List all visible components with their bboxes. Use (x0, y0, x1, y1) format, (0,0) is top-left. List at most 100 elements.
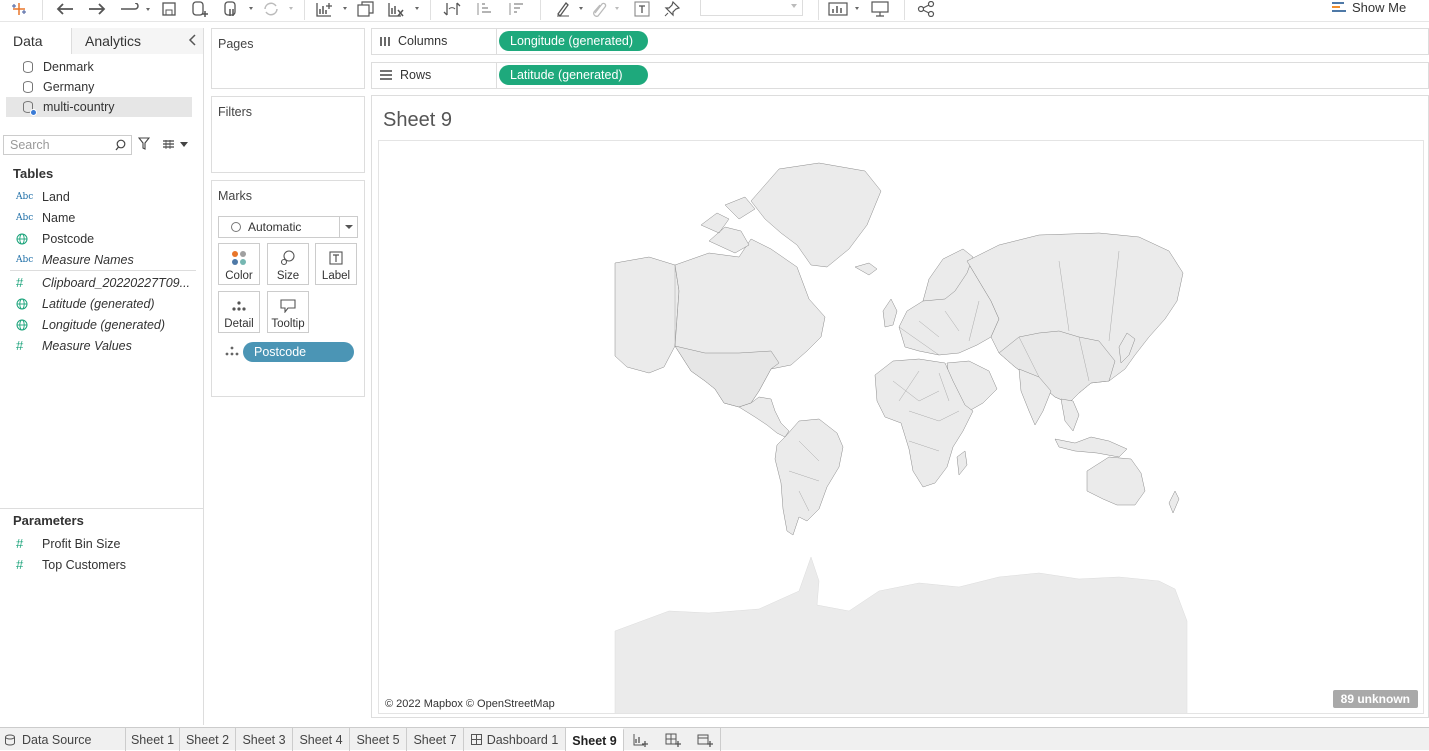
mark-type-label: Automatic (248, 220, 302, 234)
pause-updates-icon[interactable] (222, 0, 256, 18)
field-latitude-generated[interactable]: Latitude (generated) (0, 293, 204, 314)
rows-shelf-label: Rows (380, 68, 431, 82)
new-story-tab-icon[interactable] (694, 731, 716, 749)
highlight-icon[interactable] (554, 0, 586, 18)
tab-sheet-5[interactable]: Sheet 5 (350, 728, 407, 751)
pin-icon[interactable] (662, 0, 682, 18)
tab-sheet-4[interactable]: Sheet 4 (293, 728, 350, 751)
collapse-pane-icon[interactable] (188, 33, 196, 49)
field-longitude-generated[interactable]: Longitude (generated) (0, 314, 204, 335)
parameters-heading: Parameters (13, 513, 84, 528)
sort-ascending-icon[interactable] (474, 0, 494, 18)
field-land[interactable]: Abc Land (0, 186, 204, 207)
save-icon[interactable] (160, 0, 178, 18)
redo-icon[interactable] (86, 0, 108, 18)
columns-label: Columns (398, 34, 448, 48)
share-icon[interactable] (916, 0, 936, 18)
group-members-icon[interactable] (590, 0, 622, 18)
data-source-germany[interactable]: Germany (6, 77, 192, 97)
new-dashboard-tab-icon[interactable] (662, 731, 684, 749)
show-cards-icon[interactable] (828, 0, 862, 18)
field-clipboard[interactable]: # Clipboard_20220227T09... (0, 272, 204, 293)
tab-data[interactable]: Data (0, 28, 72, 54)
duplicate-sheet-icon[interactable] (356, 0, 376, 18)
dimension-measure-divider (10, 270, 196, 271)
data-pane: Data Analytics Denmark Germany multi-cou… (0, 28, 204, 725)
tab-dashboard-1[interactable]: Dashboard 1 (464, 728, 566, 751)
field-measure-values[interactable]: # Measure Values (0, 335, 204, 356)
tab-analytics[interactable]: Analytics (72, 28, 203, 54)
fit-width-select[interactable] (700, 0, 803, 16)
longitude-pill[interactable]: Longitude (generated) (499, 31, 648, 51)
show-me-button[interactable]: Show Me (1332, 0, 1406, 15)
parameter-profit-bin-size[interactable]: # Profit Bin Size (0, 533, 204, 554)
filter-icon[interactable] (137, 137, 151, 153)
detail-button[interactable]: Detail (218, 291, 260, 333)
globe-icon (0, 233, 42, 245)
refresh-icon[interactable] (260, 0, 296, 18)
size-button[interactable]: Size (267, 243, 309, 285)
view-options-icon[interactable] (162, 140, 188, 150)
number-type-icon: # (16, 338, 24, 353)
tab-data-source[interactable]: Data Source (0, 728, 126, 751)
tab-sheet-2[interactable]: Sheet 2 (180, 728, 236, 751)
search-icon (115, 139, 126, 154)
string-type-icon: Abc (16, 212, 34, 223)
data-source-denmark[interactable]: Denmark (6, 57, 192, 77)
replay-icon[interactable] (116, 0, 152, 18)
data-source-list: Denmark Germany multi-country (0, 54, 203, 117)
field-name-dimension[interactable]: Abc Name (0, 207, 204, 228)
land-china (998, 330, 1116, 404)
color-icon (231, 248, 247, 268)
mark-type-select[interactable]: Automatic (218, 216, 358, 238)
data-source-label: Denmark (43, 60, 94, 74)
field-postcode[interactable]: Postcode (0, 228, 204, 249)
parameter-top-customers[interactable]: # Top Customers (0, 554, 204, 575)
undo-icon[interactable] (54, 0, 76, 18)
field-name: Measure Values (42, 338, 132, 353)
pages-card[interactable]: Pages (211, 28, 365, 89)
tab-sheet-7[interactable]: Sheet 7 (407, 728, 464, 751)
sheet-tabs-bar: Data Source Sheet 1 Sheet 2 Sheet 3 Shee… (0, 727, 1429, 751)
field-name: Name (42, 210, 76, 225)
color-label: Color (225, 270, 253, 282)
database-icon (23, 81, 33, 93)
land-arctic-islands (700, 196, 756, 254)
parameter-name: Top Customers (42, 557, 127, 572)
data-source-multi-country[interactable]: multi-country (6, 97, 192, 117)
tab-label: Dashboard 1 (486, 732, 559, 747)
map-attribution[interactable]: © 2022 Mapbox © OpenStreetMap (385, 698, 555, 710)
tab-sheet-9[interactable]: Sheet 9 (566, 728, 624, 751)
shelf-divider (496, 29, 497, 54)
number-type-icon: # (16, 557, 24, 572)
tableau-logo-icon[interactable] (8, 0, 30, 18)
circle-mark-icon (231, 222, 241, 232)
search-input[interactable]: Search (3, 135, 132, 155)
filters-card[interactable]: Filters (211, 96, 365, 173)
tab-sheet-3[interactable]: Sheet 3 (236, 728, 293, 751)
tab-sheet-1[interactable]: Sheet 1 (126, 728, 180, 751)
new-data-source-icon[interactable] (190, 0, 210, 18)
new-worksheet-tab-icon[interactable] (630, 731, 652, 749)
tooltip-button[interactable]: Tooltip (267, 291, 309, 333)
sort-descending-icon[interactable] (506, 0, 526, 18)
search-placeholder: Search (10, 138, 50, 152)
database-icon (5, 734, 15, 746)
swap-rows-columns-icon[interactable] (442, 0, 462, 18)
show-mark-labels-icon[interactable] (632, 0, 652, 18)
tooltip-icon (280, 296, 296, 316)
filters-title: Filters (218, 105, 253, 119)
presentation-mode-icon[interactable] (870, 0, 890, 18)
show-me-icon (1332, 2, 1346, 12)
postcode-pill[interactable]: Postcode (243, 342, 354, 362)
new-worksheet-icon[interactable] (314, 0, 350, 18)
sheet-title[interactable]: Sheet 9 (383, 109, 452, 132)
latitude-pill[interactable]: Latitude (generated) (499, 65, 648, 85)
unknown-indicator[interactable]: 89 unknown (1332, 690, 1418, 708)
color-button[interactable]: Color (218, 243, 260, 285)
label-button[interactable]: Label (315, 243, 357, 285)
clear-sheet-icon[interactable] (386, 0, 422, 18)
field-measure-names[interactable]: Abc Measure Names (0, 249, 204, 270)
marks-title: Marks (218, 189, 253, 203)
map-canvas[interactable]: © 2022 Mapbox © OpenStreetMap 89 unknown (378, 140, 1424, 714)
